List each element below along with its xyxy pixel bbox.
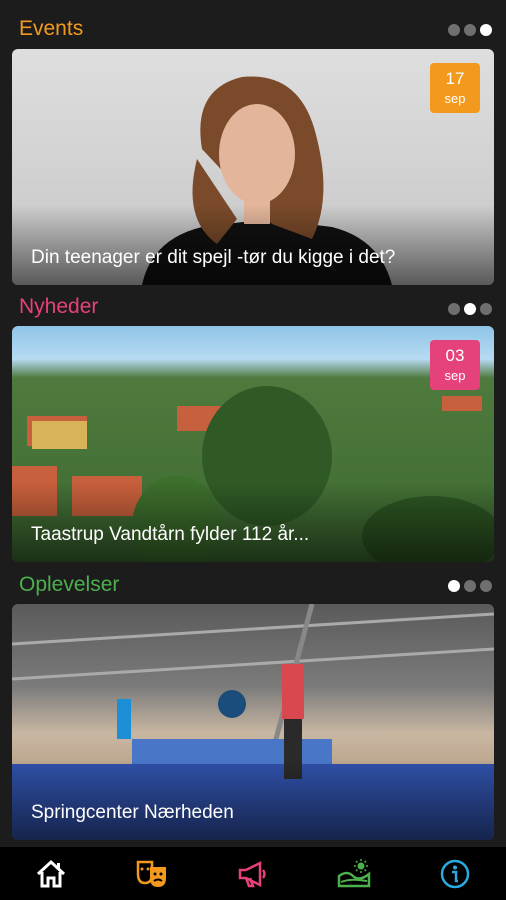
experience-caption: Springcenter Nærheden [31, 802, 234, 823]
news-card[interactable]: 03 sep Taastrup Vandtårn fylder 112 år..… [12, 326, 494, 562]
theater-masks-icon [136, 860, 166, 887]
tab-events[interactable] [132, 854, 172, 894]
experience-card[interactable]: Springcenter Nærheden [12, 604, 494, 840]
tab-home[interactable] [31, 854, 71, 894]
experiences-title: Oplevelser [19, 573, 120, 596]
tab-info[interactable] [435, 854, 475, 894]
date-day: 03 [445, 346, 465, 365]
tab-news[interactable] [233, 854, 273, 894]
pager-dot[interactable] [480, 580, 492, 592]
card-shade [12, 760, 494, 840]
experiences-section: Oplevelser Springcenter Nærheden [0, 568, 506, 843]
date-month: sep [444, 91, 466, 106]
news-pager[interactable] [448, 303, 492, 315]
events-title: Events [19, 17, 84, 40]
card-shade [12, 482, 494, 562]
events-pager[interactable] [448, 24, 492, 36]
landscape-sun-icon [337, 858, 371, 887]
event-card[interactable]: 17 sep Din teenager er dit spejl -tør du… [12, 49, 494, 285]
pager-dot[interactable] [448, 303, 460, 315]
date-month: sep [444, 368, 466, 383]
info-icon [441, 859, 470, 888]
card-shade [12, 205, 494, 285]
news-title: Nyheder [19, 295, 99, 318]
bottom-tab-bar [0, 847, 506, 900]
pager-dot[interactable] [464, 580, 476, 592]
pager-dot-active[interactable] [480, 24, 492, 36]
news-section: Nyheder 03 sep Taastrup Vandtårn fylder … [0, 290, 506, 570]
pager-dot[interactable] [464, 24, 476, 36]
news-caption: Taastrup Vandtårn fylder 112 år... [31, 524, 310, 545]
date-badge: 03 sep [430, 340, 480, 390]
events-section: Events 17 sep Din teenager er dit spejl … [0, 0, 506, 290]
event-caption: Din teenager er dit spejl -tør du kigge … [31, 247, 396, 268]
pager-dot[interactable] [480, 303, 492, 315]
tab-experiences[interactable] [334, 854, 374, 894]
megaphone-icon [238, 860, 266, 887]
date-day: 17 [445, 69, 465, 88]
date-badge: 17 sep [430, 63, 480, 113]
home-icon [36, 859, 65, 887]
pager-dot-active[interactable] [448, 580, 460, 592]
pager-dot[interactable] [448, 24, 460, 36]
pager-dot-active[interactable] [464, 303, 476, 315]
experiences-pager[interactable] [448, 580, 492, 592]
